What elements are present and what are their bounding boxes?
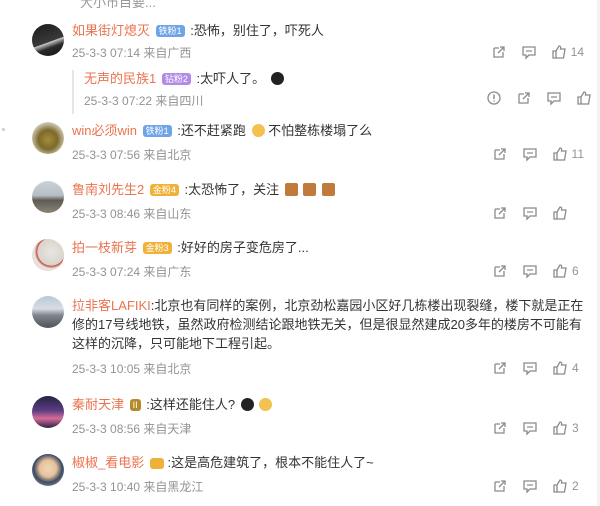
avatar[interactable] <box>32 296 64 328</box>
comment-icon[interactable] <box>546 90 562 106</box>
comment-icon[interactable] <box>522 205 538 221</box>
comment-meta: 25-3-3 08:56 来自天津 <box>72 422 192 436</box>
comment-icon[interactable] <box>522 478 538 494</box>
like-icon[interactable] <box>552 478 568 494</box>
comment-author[interactable]: 拍一枝新芽 <box>72 240 137 255</box>
comment-author[interactable]: 如果街灯熄灭 <box>72 23 150 38</box>
reply-thread: 无声的民族1 钻粉2 :太吓人了。 25-3-3 07:22 来自四川 <box>72 70 592 114</box>
comment-author[interactable]: win必须win <box>72 123 137 138</box>
comment-actions: 6 <box>492 263 584 279</box>
like-count: 2 <box>572 479 579 493</box>
like-icon[interactable] <box>552 205 568 221</box>
comment-actions: 2 <box>492 478 584 494</box>
share-icon[interactable] <box>491 44 507 60</box>
comment-text: :这样还能住人? <box>146 397 236 412</box>
share-icon[interactable] <box>492 146 508 162</box>
comment-actions: 3 <box>492 420 584 436</box>
comment-text: :这是高危建筑了，根本不能住人了~ <box>167 455 374 470</box>
comment-meta: 25-3-3 08:46 来自山东 <box>72 207 192 221</box>
share-icon[interactable] <box>492 205 508 221</box>
like-icon[interactable] <box>552 146 568 162</box>
comment-actions <box>492 205 584 221</box>
avatar[interactable] <box>32 181 64 213</box>
like-icon[interactable] <box>552 420 568 436</box>
comment-meta: 25-3-3 07:24 来自广东 <box>72 265 192 279</box>
comment-icon[interactable] <box>522 146 538 162</box>
vip-badge: II <box>129 399 141 411</box>
fan-badge: 铁粉1 <box>155 25 185 37</box>
avatar[interactable] <box>32 454 64 486</box>
comment-icon[interactable] <box>521 44 537 60</box>
fan-badge: 钻粉2 <box>161 73 191 85</box>
comment-text: :好好的房子变危房了... <box>177 240 309 255</box>
comment-text: :恐怖，别住了，吓死人 <box>190 23 324 38</box>
emoji-icon <box>240 398 254 411</box>
comment-author[interactable]: 椒椒_看电影 <box>72 455 144 470</box>
report-icon[interactable] <box>486 90 502 106</box>
emoji-icon <box>251 124 265 137</box>
comment-author[interactable]: 鲁南刘先生2 <box>72 182 144 197</box>
comment-actions: 14 <box>491 44 584 60</box>
comment-text-continued: 不怕整栋楼塌了么 <box>268 123 373 138</box>
fan-badge: 铁粉1 <box>142 125 172 137</box>
comment-icon[interactable] <box>522 420 538 436</box>
share-icon[interactable] <box>516 90 532 106</box>
avatar[interactable] <box>32 24 64 56</box>
like-icon[interactable] <box>551 44 567 60</box>
emoji-icon <box>259 398 273 411</box>
edge-marker <box>2 128 5 131</box>
like-count: 11 <box>571 147 584 161</box>
comment-meta: 25-3-3 10:05 来自北京 <box>72 362 192 376</box>
like-icon[interactable] <box>552 263 568 279</box>
reply-text: :太吓人了。 <box>196 71 266 86</box>
like-count: 14 <box>570 45 584 59</box>
fan-badge: 金粉4 <box>149 184 179 196</box>
comment-meta: 25-3-3 07:56 来自北京 <box>72 148 192 162</box>
reply-meta: 25-3-3 07:22 来自四川 <box>84 94 204 108</box>
comment-icon[interactable] <box>522 263 538 279</box>
comment-meta: 25-3-3 10:40 来自黑龙江 <box>72 480 204 494</box>
like-count: 3 <box>572 421 579 435</box>
like-icon[interactable] <box>576 90 592 106</box>
share-icon[interactable] <box>492 360 508 376</box>
avatar[interactable] <box>32 396 64 428</box>
comment-text: :太恐怖了，关注 <box>184 182 280 197</box>
like-icon[interactable] <box>552 360 568 376</box>
comment-author[interactable]: 秦耐天津 <box>72 397 124 412</box>
emoji-icon <box>270 72 284 85</box>
reply-actions <box>486 90 592 106</box>
comment-author[interactable]: 拉非客LAFIKI <box>72 298 151 313</box>
crown-badge-icon <box>149 458 164 469</box>
share-icon[interactable] <box>492 478 508 494</box>
emoji-icon <box>322 183 335 196</box>
comment-icon[interactable] <box>522 360 538 376</box>
like-count: 4 <box>572 361 579 375</box>
fan-badge: 金粉3 <box>142 242 172 254</box>
avatar[interactable] <box>32 122 64 154</box>
emoji-icon <box>303 183 317 196</box>
truncated-previous-text: 大小市目要... <box>80 0 156 10</box>
comment-actions: 4 <box>492 360 584 376</box>
comment-meta: 25-3-3 07:14 来自广西 <box>72 46 192 60</box>
reply-author[interactable]: 无声的民族1 <box>84 71 156 86</box>
share-icon[interactable] <box>492 263 508 279</box>
avatar[interactable] <box>32 239 64 271</box>
emoji-icon <box>284 183 298 196</box>
comment-actions: 11 <box>492 146 584 162</box>
comment-text: :还不赶紧跑 <box>177 123 246 138</box>
like-count: 6 <box>572 264 579 278</box>
share-icon[interactable] <box>492 420 508 436</box>
